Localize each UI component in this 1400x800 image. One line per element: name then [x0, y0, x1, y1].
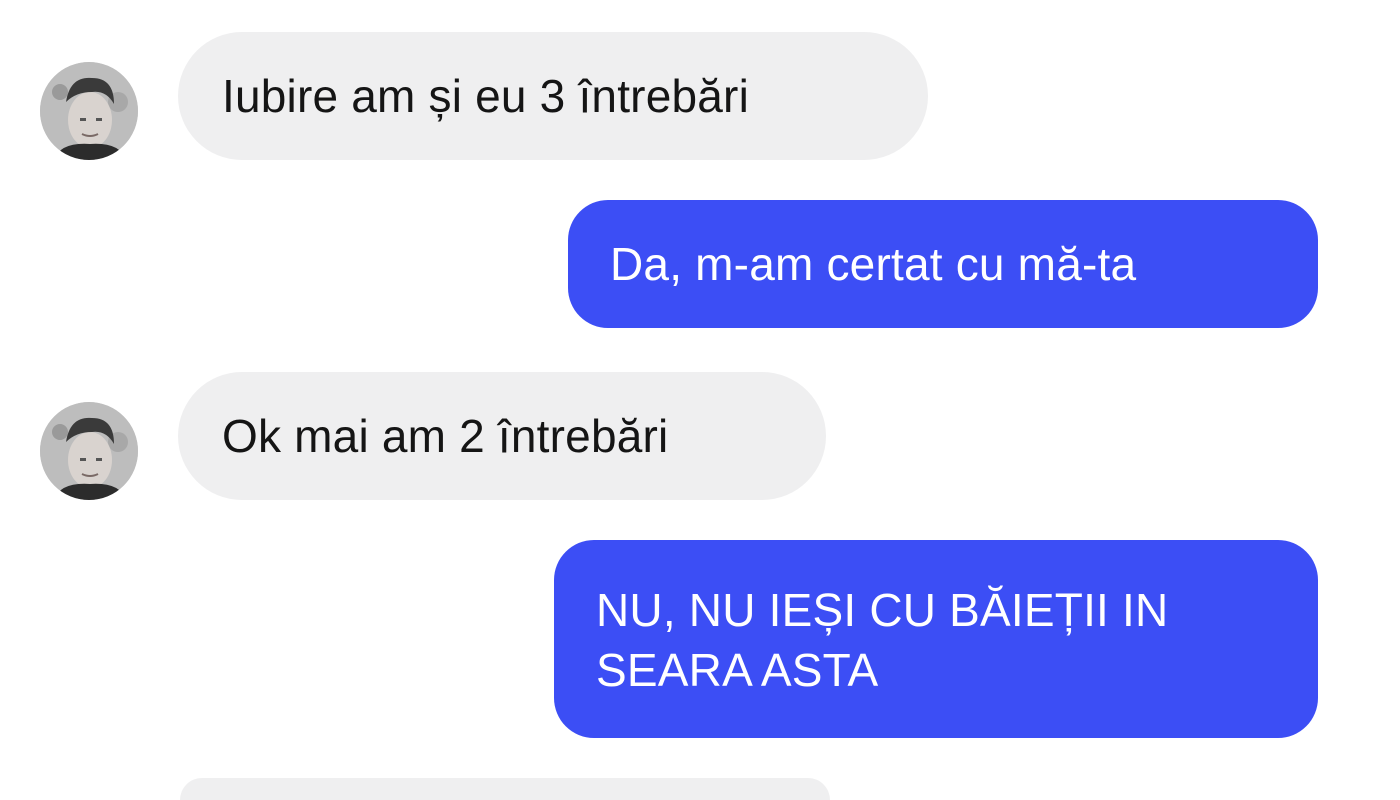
avatar-photo-icon — [40, 402, 138, 500]
incoming-message-bubble[interactable]: Ok mai am 2 întrebări — [178, 372, 826, 500]
contact-avatar-icon[interactable] — [40, 402, 138, 500]
avatar-photo-icon — [40, 62, 138, 160]
chat-thread: Iubire am și eu 3 întrebări Da, m-am cer… — [0, 0, 1400, 800]
outgoing-message-bubble[interactable]: NU, NU IEȘI CU BĂIEȚII IN SEARA ASTA — [554, 540, 1318, 738]
contact-avatar-icon[interactable] — [40, 62, 138, 160]
message-text: Iubire am și eu 3 întrebări — [222, 70, 749, 122]
incoming-message-bubble[interactable]: Iubire am și eu 3 întrebări — [178, 32, 928, 160]
incoming-message-bubble[interactable] — [180, 778, 830, 800]
outgoing-message-bubble[interactable]: Da, m-am certat cu mă-ta — [568, 200, 1318, 328]
message-text: NU, NU IEȘI CU BĂIEȚII IN SEARA ASTA — [596, 584, 1169, 696]
message-text: Ok mai am 2 întrebări — [222, 410, 669, 462]
message-text: Da, m-am certat cu mă-ta — [610, 238, 1137, 290]
